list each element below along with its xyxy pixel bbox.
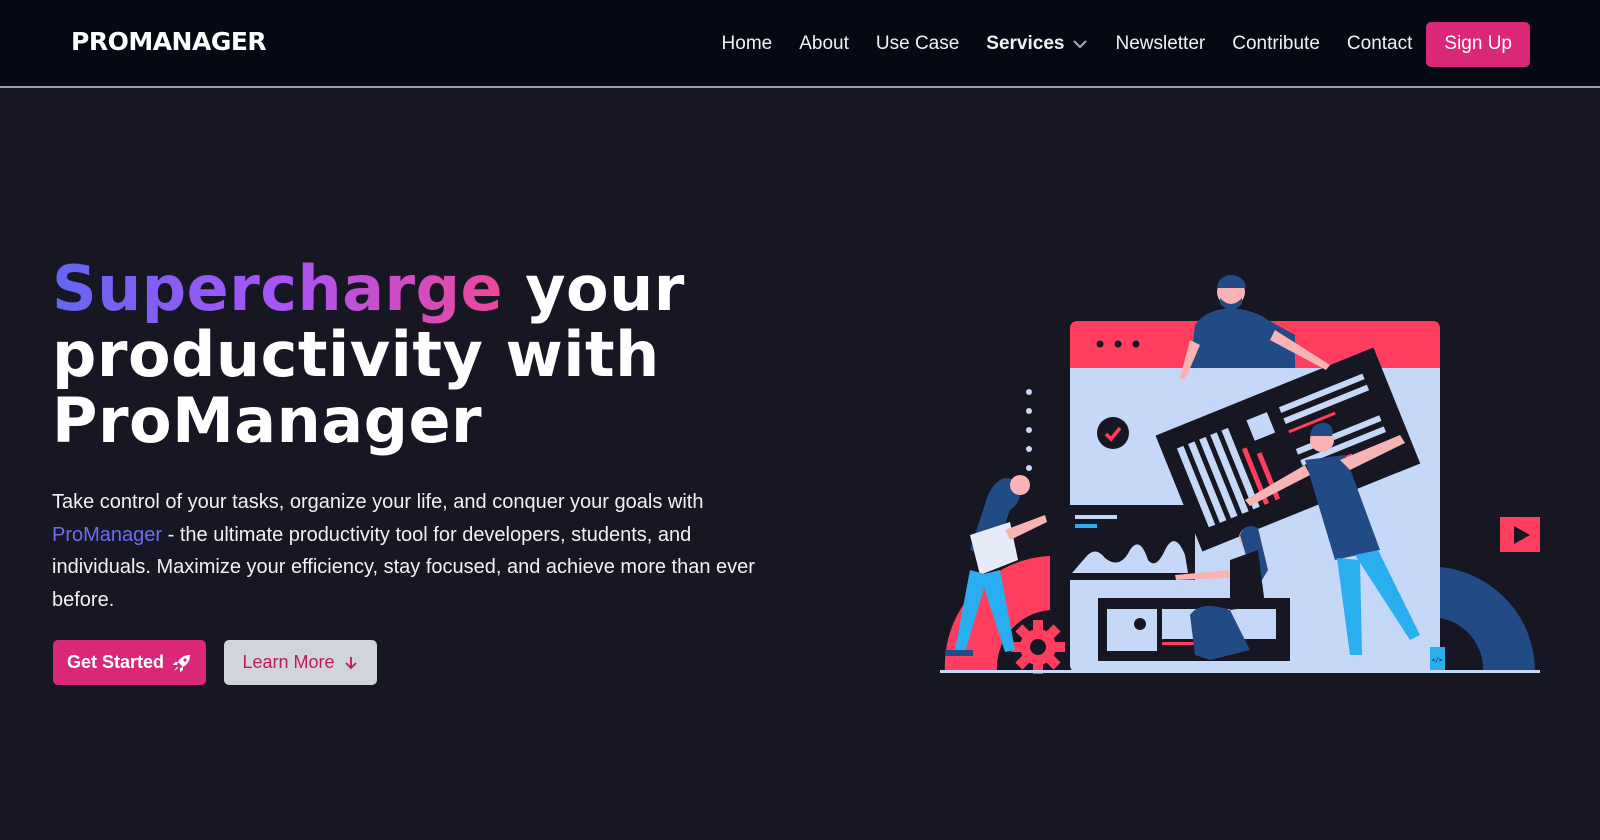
nav-use-case[interactable]: Use Case: [876, 33, 959, 55]
arrow-down-icon: [343, 655, 359, 671]
hero-title-line2: productivity with: [52, 318, 660, 391]
sign-up-button[interactable]: Sign Up: [1426, 21, 1530, 67]
navy-arc-shape: [1440, 567, 1536, 672]
promanager-link[interactable]: ProManager: [52, 524, 162, 546]
nav-contact[interactable]: Contact: [1347, 33, 1412, 55]
dots-decoration: [1026, 389, 1032, 471]
hero-description: Take control of your tasks, organize you…: [52, 486, 772, 616]
nav-services-dropdown[interactable]: Services: [986, 33, 1088, 55]
code-tag-icon: </>: [1430, 647, 1445, 672]
hero-title-highlight: Supercharge: [52, 252, 504, 325]
nav-about[interactable]: About: [799, 33, 849, 55]
get-started-button[interactable]: Get Started: [53, 640, 206, 685]
nav-services-label: Services: [986, 33, 1065, 54]
ground-line: [940, 670, 1540, 673]
nav-home[interactable]: Home: [722, 33, 773, 55]
nav-newsletter[interactable]: Newsletter: [1115, 33, 1205, 55]
hero-title-line3: ProManager: [52, 384, 483, 457]
hero-title-line1-rest: your: [503, 252, 685, 325]
learn-more-label: Learn More: [242, 652, 335, 672]
play-badge-icon: [1500, 517, 1540, 552]
rocket-icon: [172, 653, 192, 673]
check-badge-icon: [1097, 417, 1129, 449]
hero-illustration: </>: [940, 275, 1540, 674]
svg-text:</>: </>: [1432, 657, 1443, 664]
hero-desc-part1: Take control of your tasks, organize you…: [52, 491, 704, 513]
gear-icon: [1011, 620, 1065, 674]
brand-logo[interactable]: PROMANAGER: [71, 27, 267, 56]
area-chart-card: [1065, 505, 1195, 580]
nav-contribute[interactable]: Contribute: [1232, 33, 1320, 55]
learn-more-button[interactable]: Learn More: [224, 640, 377, 685]
hero-title: Supercharge your productivity with ProMa…: [52, 256, 685, 454]
main-nav: Home About Use Case Services Newsletter …: [695, 21, 1530, 67]
get-started-label: Get Started: [66, 652, 165, 672]
navbar: PROMANAGER Home About Use Case Services …: [0, 0, 1600, 88]
chevron-down-icon: [1073, 40, 1088, 49]
